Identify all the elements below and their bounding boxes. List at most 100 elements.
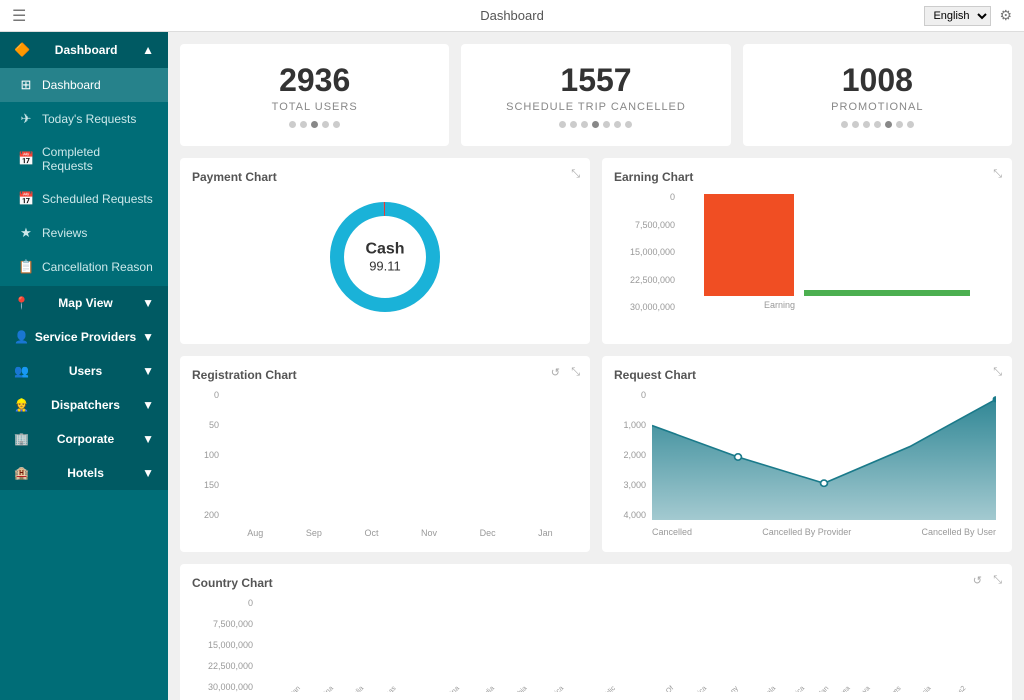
dot: [907, 121, 914, 128]
sidebar-item-label: Reviews: [42, 226, 87, 240]
stat-dots-promo: [763, 121, 992, 128]
sidebar-section-map-view[interactable]: 📍 Map View ▼: [0, 286, 168, 320]
expand-earning-icon[interactable]: ⤡: [993, 168, 1002, 181]
expand-icon[interactable]: ⤡: [571, 168, 580, 181]
dot-active: [885, 121, 892, 128]
main-layout: 🔶 Dashboard ▲ ⊞ Dashboard ✈ Today's Requ…: [0, 32, 1024, 700]
dot: [841, 121, 848, 128]
payment-chart-title: Payment Chart: [192, 170, 578, 184]
reg-y-label: 50: [192, 420, 222, 430]
country-x-label: Cambodia: [468, 685, 496, 692]
reg-bars-area: [226, 394, 574, 520]
expand-req-icon[interactable]: ⤡: [993, 366, 1002, 379]
req-area-container: [652, 394, 996, 520]
sidebar-section-dashboard[interactable]: 🔶 Dashboard ▲: [0, 32, 168, 68]
req-y-label: 4,000: [614, 510, 649, 520]
refresh-reg-icon[interactable]: ↺: [551, 366, 560, 379]
dot: [603, 121, 610, 128]
country-x-label: Germany: [714, 685, 739, 692]
dot: [863, 121, 870, 128]
refresh-country-icon[interactable]: ↺: [973, 574, 982, 587]
request-chart-card: Request Chart ⤡ 4,000 3,000 2,000 1,000 …: [602, 356, 1012, 552]
country-bar-item: Bahamas: [363, 682, 393, 692]
earning-group: Earning: [684, 192, 990, 312]
earning-chart-card: Earning Chart ⤡ 30,000,000 22,500,000 15…: [602, 158, 1012, 344]
sidebar-section-users[interactable]: 👥 Users ▼: [0, 354, 168, 388]
req-x-by-provider: Cancelled By Provider: [762, 527, 851, 537]
dot: [559, 121, 566, 128]
country-x-label: Costa Rica: [536, 685, 565, 692]
country-x-label: New Zealand: [978, 685, 996, 692]
sidebar-item-scheduled-requests[interactable]: 📅 Scheduled Requests: [0, 182, 168, 216]
registration-chart-title: Registration Chart: [192, 368, 578, 382]
dot: [896, 121, 903, 128]
schedule-trip-label: SCHEDULE TRIP CANCELLED: [481, 101, 710, 113]
expand-country-icon[interactable]: ⤡: [993, 574, 1002, 587]
country-x-label: Argentina: [309, 685, 335, 692]
sidebar-item-label: Scheduled Requests: [42, 192, 153, 206]
country-bar-item: Maldives: [870, 682, 898, 692]
sidebar-section-corporate[interactable]: 🏢 Corporate ▼: [0, 422, 168, 456]
stats-row: 2936 TOTAL USERS 1557 SCHEDULE TRIP CANC…: [180, 44, 1012, 146]
dot: [874, 121, 881, 128]
country-bar-item: Dom. Republic Of: [615, 682, 670, 692]
sidebar-section-label: Dashboard: [55, 43, 118, 57]
promotional-number: 1008: [763, 62, 992, 99]
sidebar-item-label: Today's Requests: [42, 112, 136, 126]
donut-cash-label: Cash: [365, 241, 404, 259]
country-x-label: Afghanistan: [271, 685, 302, 692]
payment-chart-card: Payment Chart ⤡: [180, 158, 590, 344]
earning-bar-x-label: Earning: [764, 300, 795, 310]
country-bar-item: Korea: [828, 682, 847, 692]
sidebar-section-hotels-label: Hotels: [67, 466, 104, 480]
earning-y-label: 7,500,000: [614, 220, 679, 230]
sidebar-section-hotels[interactable]: 🏨 Hotels ▼: [0, 456, 168, 490]
sidebar-item-cancellation-reason[interactable]: 📋 Cancellation Reason: [0, 250, 168, 284]
dot: [322, 121, 329, 128]
reg-y-axis: 200 150 100 50 0: [192, 390, 222, 520]
donut-wrapper: Cash 99.11: [325, 197, 445, 317]
req-y-label: 0: [614, 390, 649, 400]
country-x-label: Guatemala: [748, 685, 777, 692]
sidebar-section-corporate-label: Corporate: [57, 432, 114, 446]
country-bar-item: Germany: [706, 682, 735, 692]
settings-icon[interactable]: ⚙: [999, 7, 1012, 24]
schedule-trip-number: 1557: [481, 62, 710, 99]
req-x-by-user: Cancelled By User: [921, 527, 996, 537]
reg-y-label: 200: [192, 510, 222, 520]
sidebar-item-todays-requests[interactable]: ✈ Today's Requests: [0, 102, 168, 136]
country-chart: 30,000,000 22,500,000 15,000,000 7,500,0…: [192, 598, 1000, 700]
sidebar-item-completed-requests[interactable]: 📅 Completed Requests: [0, 136, 168, 182]
earning-bar-green: [804, 290, 970, 296]
stat-dots-users: [200, 121, 429, 128]
stat-card-total-users: 2936 TOTAL USERS: [180, 44, 449, 146]
page-title: Dashboard: [480, 8, 544, 23]
sidebar-section-service-providers[interactable]: 👤 Service Providers ▼: [0, 320, 168, 354]
sidebar-chevron-up: ▲: [142, 43, 154, 57]
language-select[interactable]: English: [924, 6, 991, 26]
total-users-label: TOTAL USERS: [200, 101, 429, 113]
country-y-axis: 30,000,000 22,500,000 15,000,000 7,500,0…: [192, 598, 257, 692]
reg-x-aug: Aug: [247, 528, 263, 538]
plane-icon: ✈: [18, 111, 34, 127]
chevron-down-icon: ▼: [142, 296, 154, 310]
req-area-svg: [652, 394, 996, 520]
chevron-down-icon6: ▼: [142, 466, 154, 480]
sidebar-section-dispatchers[interactable]: 👷 Dispatchers ▼: [0, 388, 168, 422]
country-x-label: Jamaica: [783, 685, 806, 692]
country-x-label: Malaysia: [909, 685, 933, 692]
country-x-label: Maldives: [878, 685, 902, 692]
reg-chart: 200 150 100 50 0: [192, 390, 578, 540]
donut-label: Cash 99.11: [365, 241, 404, 274]
reg-y-label: 100: [192, 450, 222, 460]
dispatch-icon: 👷: [14, 398, 29, 412]
country-bar-item: Malaysia: [900, 682, 928, 692]
country-x-label: Czech Republic: [578, 685, 618, 692]
dot: [625, 121, 632, 128]
reg-x-sep: Sep: [306, 528, 322, 538]
expand-reg-icon[interactable]: ⤡: [571, 366, 580, 379]
sidebar-item-reviews[interactable]: ★ Reviews: [0, 216, 168, 250]
menu-icon[interactable]: ☰: [12, 6, 26, 26]
req-y-label: 2,000: [614, 450, 649, 460]
sidebar-item-dashboard[interactable]: ⊞ Dashboard: [0, 68, 168, 102]
